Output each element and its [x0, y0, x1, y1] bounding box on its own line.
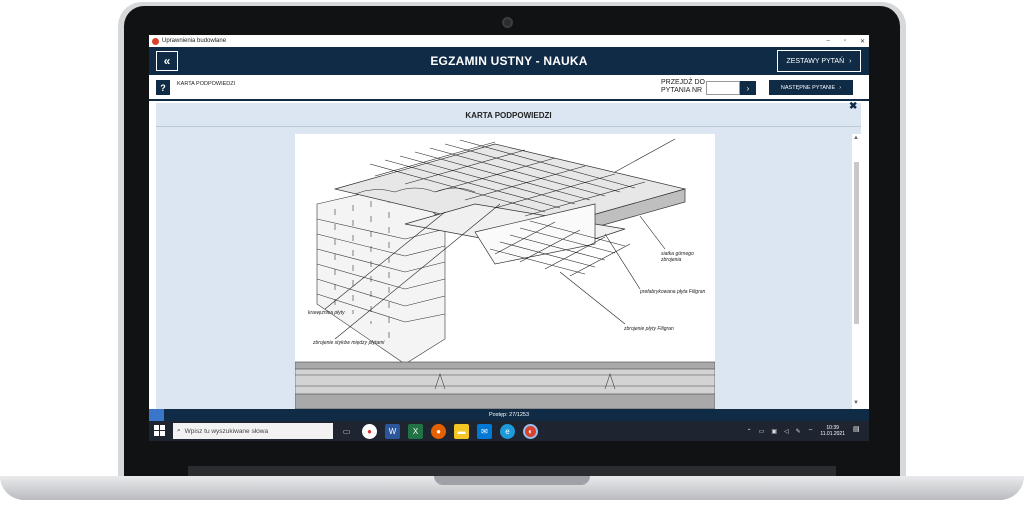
clock-date: 11.01.2021: [820, 431, 845, 437]
chevron-up-icon[interactable]: ⌃: [747, 428, 752, 435]
search-placeholder: Wpisz tu wyszukiwane słowa: [184, 427, 269, 435]
pen-icon[interactable]: ✎: [796, 428, 801, 435]
slab-section-strip: [295, 361, 715, 409]
goto-question-label: PRZEJDŹ DO PYTANIA NR: [661, 79, 705, 94]
battery-icon[interactable]: ▭: [759, 428, 765, 435]
double-chevron-left-icon: «: [163, 54, 171, 68]
laptop-notch: [434, 476, 590, 485]
scroll-down-icon[interactable]: ▼: [853, 400, 859, 406]
windows-taskbar: ⌕ Wpisz tu wyszukiwane słowa ▭ ● W X ● ▬…: [149, 421, 869, 441]
file-explorer-icon[interactable]: ▬: [454, 423, 469, 439]
network-icon[interactable]: ▣: [771, 428, 777, 435]
hint-figure: siatka górnego zbrojenia prefabrykowana …: [295, 134, 715, 409]
excel-icon[interactable]: X: [408, 423, 423, 439]
next-question-label: NASTĘPNE PYTANIE: [780, 84, 836, 91]
screen: Uprawnienia budowlane – ▫ ✕ EGZAMIN USTN…: [149, 35, 869, 441]
taskbar-search-input[interactable]: ⌕ Wpisz tu wyszukiwane słowa: [173, 423, 333, 439]
label-prefab-slab: prefabrykowana płyta Filigran: [640, 289, 706, 295]
window-titlebar: Uprawnienia budowlane – ▫ ✕: [149, 35, 869, 47]
chevron-right-icon: ›: [746, 83, 750, 93]
notification-icon[interactable]: ▤: [853, 425, 863, 435]
word-icon[interactable]: W: [385, 423, 400, 439]
label-edge-beam: krawężnica płyty: [308, 310, 345, 316]
slab-diagram: [295, 138, 715, 409]
hint-card-label[interactable]: KARTA PODPOWIEDZI: [177, 81, 237, 88]
edge-icon[interactable]: e: [500, 423, 515, 439]
search-icon: ⌕: [177, 427, 181, 434]
volume-icon[interactable]: ◁: [784, 428, 789, 435]
scroll-thumb[interactable]: [854, 162, 859, 324]
chrome-icon[interactable]: ●: [362, 423, 377, 439]
chevron-right-icon: ›: [839, 84, 842, 91]
next-question-button[interactable]: NASTĘPNE PYTANIE ›: [769, 80, 853, 95]
question-sets-label: ZESTAWY PYTAŃ: [786, 57, 845, 65]
app-header: EGZAMIN USTNY - NAUKA « ZESTAWY PYTAŃ ›: [149, 47, 869, 75]
scroll-up-icon[interactable]: ▲: [853, 135, 859, 141]
progress-fill: [149, 409, 165, 421]
task-view-icon[interactable]: ▭: [339, 424, 354, 439]
question-mark-icon[interactable]: ?: [156, 80, 170, 95]
maximize-button[interactable]: ▫: [844, 38, 846, 44]
figure-scrollbar[interactable]: ▲ ▼: [852, 134, 861, 409]
page-title: EGZAMIN USTNY - NAUKA: [430, 54, 588, 68]
chevron-right-icon: ›: [849, 57, 852, 65]
hint-card-panel: KARTA PODPOWIEDZI siatka górnego zbrojen…: [156, 103, 861, 409]
progress-text: Postęp: 27/1253: [488, 412, 530, 418]
close-icon[interactable]: ✖: [849, 101, 857, 112]
minimize-button[interactable]: –: [826, 38, 829, 44]
label-top-mesh: siatka górnego zbrojenia: [661, 251, 694, 263]
wifi-icon[interactable]: ⌔: [808, 427, 814, 435]
window-controls: – ▫ ✕: [826, 35, 865, 47]
windows-icon[interactable]: [154, 425, 166, 437]
window-title: Uprawnienia budowlane: [162, 38, 227, 44]
label-joint-rebar: zbrojenie styków między płytami: [313, 340, 385, 346]
webcam: [502, 17, 513, 28]
question-sets-button[interactable]: ZESTAWY PYTAŃ ›: [777, 50, 861, 72]
goto-question-button[interactable]: ›: [740, 81, 756, 95]
back-button[interactable]: «: [156, 51, 178, 71]
app-taskbar-icon[interactable]: ◐: [523, 423, 538, 439]
firefox-icon[interactable]: ●: [431, 423, 446, 439]
divider: [156, 126, 861, 127]
mail-icon[interactable]: ✉: [477, 423, 492, 439]
clock[interactable]: 10:39 11.01.2021: [820, 425, 845, 437]
system-tray: ⌃ ▭ ▣ ◁ ✎ ⌔ 10:39 11.01.2021: [747, 423, 845, 439]
goto-question-input[interactable]: [706, 81, 740, 95]
laptop-hinge: [188, 466, 836, 476]
app-logo-icon: [152, 37, 159, 45]
brick-wall: [316, 183, 446, 365]
taskbar-apps: ▭ ● W X ● ▬ ✉ e ◐: [339, 423, 538, 439]
label-slab-rebar: zbrojenie płyty Filigran: [624, 326, 674, 332]
close-button[interactable]: ✕: [860, 38, 865, 45]
toolbar: ? KARTA PODPOWIEDZI PRZEJDŹ DO PYTANIA N…: [149, 75, 869, 101]
hint-card-title: KARTA PODPOWIEDZI: [465, 111, 552, 120]
progress-bar: Postęp: 27/1253: [149, 409, 869, 421]
